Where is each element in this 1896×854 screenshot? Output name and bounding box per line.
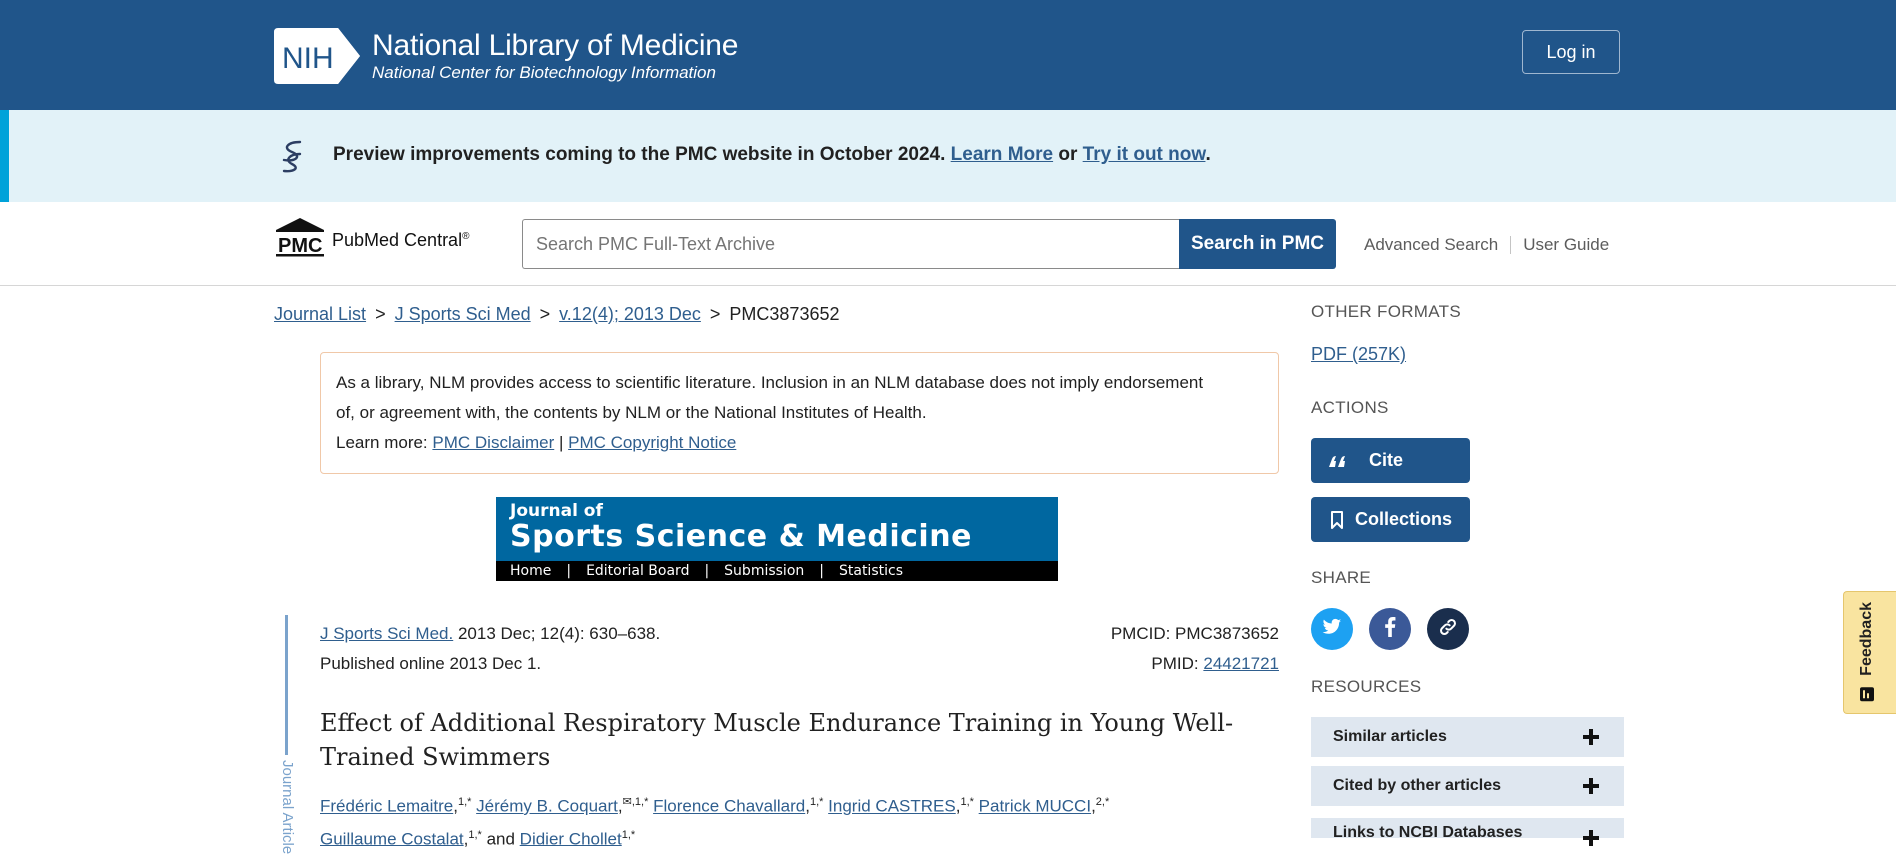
breadcrumb-journal-list[interactable]: Journal List	[274, 304, 366, 325]
banner-message: Preview improvements coming to the PMC w…	[333, 144, 1211, 165]
twitter-share-button[interactable]	[1311, 608, 1353, 650]
quote-icon	[1319, 454, 1355, 468]
article-title: Effect of Additional Respiratory Muscle …	[320, 709, 1234, 771]
actions-heading: ACTIONS	[1311, 398, 1389, 417]
breadcrumb-current: PMC3873652	[729, 304, 840, 324]
plus-icon	[1580, 827, 1602, 849]
cite-button[interactable]: Cite	[1311, 438, 1470, 483]
article-ids: PMCID: PMC3873652 PMID: 24421721	[1000, 619, 1279, 679]
other-formats-heading: OTHER FORMATS	[1311, 302, 1461, 321]
login-button[interactable]: Log in	[1522, 30, 1620, 74]
link-icon	[1438, 617, 1458, 642]
pmcid: PMCID: PMC3873652	[1110, 624, 1279, 643]
author-link[interactable]: Jérémy B. Coquart	[476, 797, 618, 816]
resource-similar-articles[interactable]: Similar articles	[1311, 717, 1624, 757]
resource-cited-by[interactable]: Cited by other articles	[1311, 766, 1624, 806]
search-input[interactable]: Search PMC Full-Text Archive	[522, 219, 1180, 269]
author-list: Frédéric Lemaitre,1,* Jérémy B. Coquart,…	[320, 796, 1110, 849]
feedback-tab[interactable]: Feedback	[1843, 591, 1896, 714]
plus-icon	[1580, 775, 1602, 797]
journal-nav: Home | Editorial Board | Submission | St…	[496, 561, 1058, 581]
author-link[interactable]: Guillaume Costalat	[320, 829, 464, 848]
feedback-icon	[1859, 685, 1875, 703]
site-title: National Library of Medicine	[372, 29, 739, 62]
bookmark-icon	[1319, 510, 1355, 529]
pdf-link[interactable]: PDF (257K)	[1311, 344, 1406, 365]
preview-banner: Preview improvements coming to the PMC w…	[0, 110, 1896, 202]
search-button[interactable]: Search in PMC	[1179, 219, 1336, 269]
twitter-icon	[1322, 618, 1342, 641]
link-divider	[1510, 236, 1512, 254]
site-subtitle: National Center for Biotechnology Inform…	[372, 63, 716, 82]
search-row: PMC PubMed Central® Search PMC Full-Text…	[0, 202, 1896, 286]
published-date: Published online 2013 Dec 1.	[320, 654, 542, 673]
svg-text:PMC: PMC	[278, 235, 322, 257]
journal-banner-image[interactable]: Journal of Sports Science & Medicine Hom…	[496, 497, 1058, 581]
author-link[interactable]: Ingrid CASTRES	[828, 797, 956, 816]
facebook-icon	[1384, 616, 1396, 642]
author-link[interactable]: Frédéric Lemaitre	[320, 797, 453, 816]
pmc-building-icon: PMC	[274, 216, 326, 258]
dna-icon	[274, 138, 310, 174]
article-type-label: Journal Article	[279, 760, 296, 854]
pmc-logo[interactable]: PMC PubMed Central®	[274, 216, 469, 258]
search-links: Advanced Search User Guide	[1364, 235, 1609, 255]
pmc-copyright-link[interactable]: PMC Copyright Notice	[568, 433, 736, 452]
nih-badge-icon: NIH	[274, 28, 362, 84]
author-link[interactable]: Patrick MUCCI	[979, 797, 1091, 816]
share-heading: SHARE	[1311, 568, 1372, 587]
learn-more-link[interactable]: Learn More	[951, 144, 1053, 165]
advanced-search-link[interactable]: Advanced Search	[1364, 235, 1498, 255]
plus-icon	[1580, 726, 1602, 748]
journal-name: Sports Science & Medicine	[510, 519, 972, 554]
article-type-rule	[285, 615, 288, 755]
breadcrumb-issue[interactable]: v.12(4); 2013 Dec	[559, 304, 701, 325]
pmc-disclaimer-link[interactable]: PMC Disclaimer	[432, 433, 554, 452]
nih-logo[interactable]: NIH National Library of Medicine Nationa…	[274, 28, 738, 84]
author-link[interactable]: Didier Chollet	[520, 829, 622, 848]
pmc-brand-name: PubMed Central	[332, 229, 463, 250]
breadcrumb: Journal List > J Sports Sci Med > v.12(4…	[274, 304, 840, 325]
pmid-link[interactable]: 24421721	[1203, 654, 1279, 673]
svg-text:NIH: NIH	[282, 42, 334, 75]
banner-stripe	[0, 110, 9, 202]
resources-heading: RESOURCES	[1311, 677, 1422, 696]
collections-button[interactable]: Collections	[1311, 497, 1470, 542]
facebook-share-button[interactable]	[1369, 608, 1411, 650]
copy-link-share-button[interactable]	[1427, 608, 1469, 650]
author-link[interactable]: Florence Chavallard	[653, 797, 805, 816]
user-guide-link[interactable]: User Guide	[1523, 235, 1609, 255]
journal-link[interactable]: J Sports Sci Med.	[320, 624, 453, 643]
resource-ncbi-links[interactable]: Links to NCBI Databases	[1311, 818, 1624, 846]
nih-header: NIH National Library of Medicine Nationa…	[0, 0, 1896, 110]
nlm-disclaimer: As a library, NLM provides access to sci…	[320, 352, 1279, 474]
try-it-out-link[interactable]: Try it out now	[1083, 144, 1206, 165]
citation-info: J Sports Sci Med. 2013 Dec; 12(4): 630–6…	[320, 619, 660, 679]
breadcrumb-journal[interactable]: J Sports Sci Med	[395, 304, 531, 325]
